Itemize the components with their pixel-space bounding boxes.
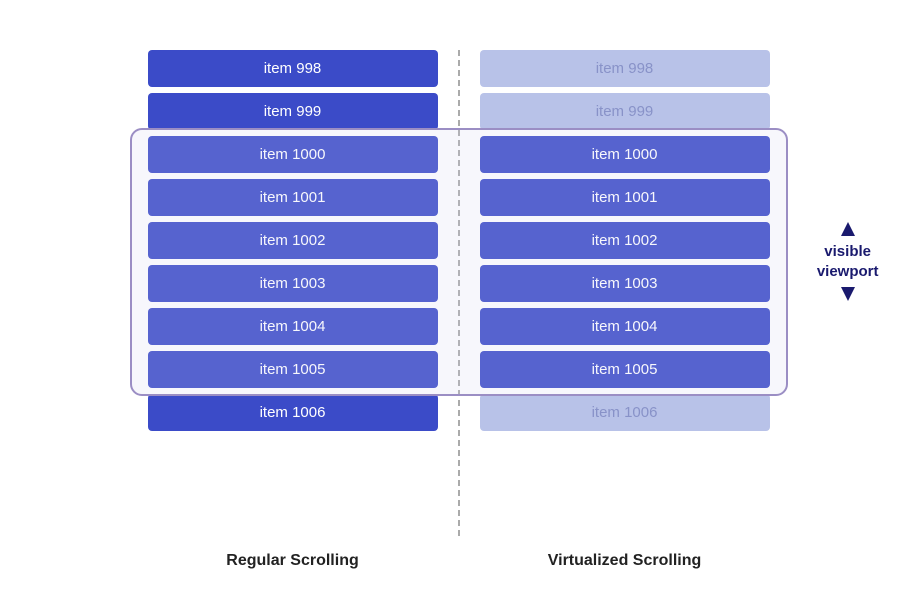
list-item: item 1002 — [148, 222, 438, 259]
list-item: item 1000 — [480, 136, 770, 173]
viewport-label: visibleviewport — [817, 128, 879, 396]
list-item: item 1004 — [148, 308, 438, 345]
list-item: item 1001 — [148, 179, 438, 216]
columns-area: item 998 item 999 item 1000 item 1001 item 1… — [29, 40, 889, 536]
list-item: item 999 — [480, 93, 770, 130]
list-item: item 1005 — [480, 351, 770, 388]
arrow-head-up — [841, 222, 855, 236]
list-item: item 1003 — [148, 265, 438, 302]
viewport-arrow: visibleviewport — [817, 222, 879, 301]
regular-scrolling-column: item 998 item 999 item 1000 item 1001 item 1… — [138, 50, 448, 431]
list-item: item 998 — [480, 50, 770, 87]
list-item: item 1006 — [480, 394, 770, 431]
list-item: item 1006 — [148, 394, 438, 431]
list-item: item 1001 — [480, 179, 770, 216]
list-item: item 1003 — [480, 265, 770, 302]
virtualized-scrolling-column: item 998 item 999 item 1000 item 1001 item 1… — [470, 50, 780, 431]
virtualized-scrolling-label: Virtualized Scrolling — [470, 552, 780, 570]
list-item: item 1005 — [148, 351, 438, 388]
diagram-container: item 998 item 999 item 1000 item 1001 item 1… — [29, 20, 889, 590]
regular-scrolling-label: Regular Scrolling — [138, 552, 448, 570]
list-item: item 1004 — [480, 308, 770, 345]
arrow-head-down — [841, 287, 855, 301]
list-item: item 998 — [148, 50, 438, 87]
viewport-text: visibleviewport — [817, 242, 879, 281]
list-item: item 1002 — [480, 222, 770, 259]
column-divider — [458, 50, 460, 536]
list-item: item 999 — [148, 93, 438, 130]
labels-row: Regular Scrolling Virtualized Scrolling — [29, 552, 889, 570]
list-item: item 1000 — [148, 136, 438, 173]
